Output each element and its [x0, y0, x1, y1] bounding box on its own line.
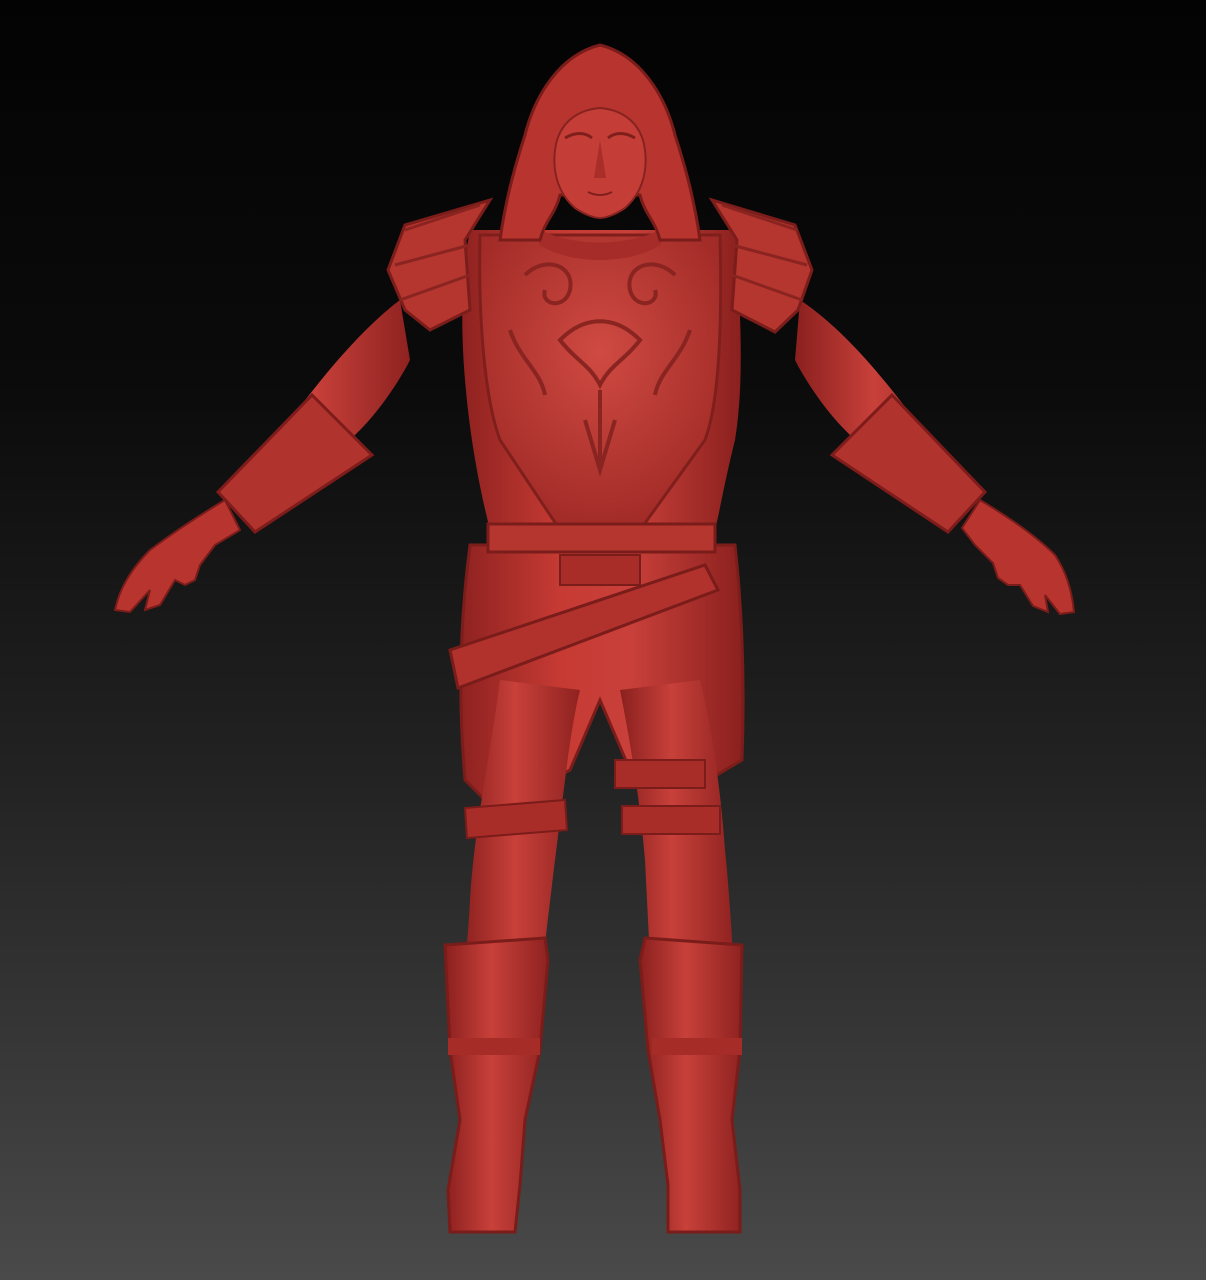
- right-boot: [638, 936, 744, 1234]
- hood: [498, 43, 702, 242]
- torso: [462, 220, 741, 532]
- right-thigh-strap: [614, 759, 706, 789]
- left-boot: [443, 936, 550, 1234]
- right-hand: [960, 498, 1076, 616]
- belt: [486, 522, 717, 554]
- sculpt-viewport[interactable]: [0, 0, 1206, 1280]
- left-arm: [113, 300, 410, 614]
- boots: [443, 936, 744, 1234]
- character-model[interactable]: [0, 0, 1206, 1280]
- left-hand: [113, 498, 242, 614]
- right-arm: [795, 300, 1076, 616]
